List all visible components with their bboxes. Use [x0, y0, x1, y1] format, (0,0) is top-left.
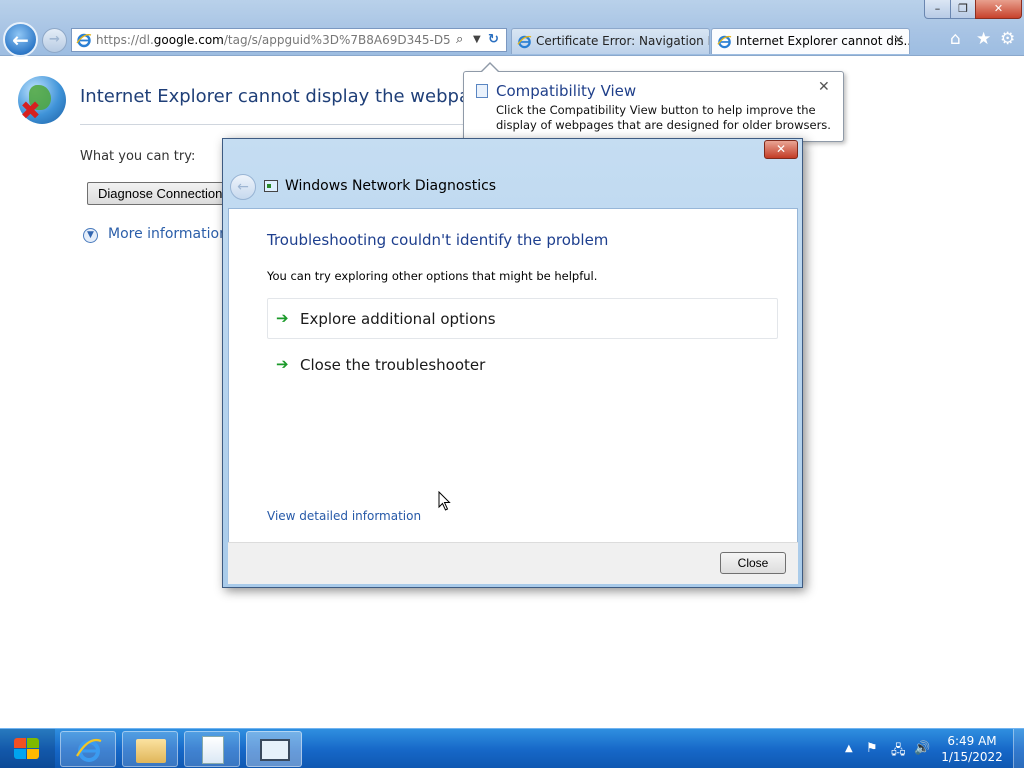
- show-hidden-icons-icon[interactable]: ▲: [845, 743, 853, 754]
- refresh-icon[interactable]: ↻: [488, 32, 499, 47]
- tooltip-body: Click the Compatibility View button to h…: [496, 103, 831, 132]
- option-label: Explore additional options: [300, 310, 496, 328]
- tooltip-title: Compatibility View: [496, 82, 637, 100]
- ie-page-icon: [76, 33, 92, 48]
- forward-button[interactable]: →: [42, 28, 67, 53]
- option-label: Close the troubleshooter: [300, 356, 486, 374]
- green-arrow-icon: ➔: [276, 309, 289, 327]
- what-you-can-try-label: What you can try:: [80, 149, 196, 164]
- tab-label: Internet Explorer cannot dis...: [736, 34, 910, 48]
- address-url: https://dl.google.com/tag/s/appguid%3D%7…: [96, 33, 451, 47]
- green-arrow-icon: ➔: [276, 355, 289, 373]
- home-icon[interactable]: ⌂: [950, 29, 961, 49]
- page-title: Internet Explorer cannot display the web…: [80, 86, 493, 107]
- explore-options-link[interactable]: ➔ Explore additional options: [267, 298, 778, 339]
- forward-arrow-icon: →: [49, 32, 60, 47]
- close-icon[interactable]: ✕: [818, 79, 830, 95]
- dialog-footer: Close: [228, 542, 798, 584]
- divider: [80, 124, 470, 125]
- show-desktop-button[interactable]: [1013, 729, 1024, 768]
- browser-toolbar: – ❐ ✕ ← → https://dl.google.com/tag/s/ap…: [0, 0, 1024, 57]
- document-icon: [202, 736, 224, 764]
- close-troubleshooter-link[interactable]: ➔ Close the troubleshooter: [267, 344, 778, 385]
- search-icon[interactable]: ⌕: [456, 32, 463, 47]
- close-tab-icon[interactable]: ✕: [893, 29, 904, 53]
- view-detailed-information-link[interactable]: View detailed information: [267, 509, 421, 523]
- star-icon[interactable]: ★: [976, 29, 991, 49]
- dialog-subtext: You can try exploring other options that…: [267, 269, 598, 283]
- address-bar[interactable]: https://dl.google.com/tag/s/appguid%3D%7…: [71, 28, 507, 52]
- diagnose-connection-button[interactable]: Diagnose Connection Problems: [87, 182, 237, 205]
- dialog-close-x-button[interactable]: ✕: [764, 140, 798, 159]
- back-arrow-icon: ←: [12, 28, 29, 52]
- windows-logo-icon: [14, 738, 40, 760]
- taskbar-network-diagnostics[interactable]: [246, 731, 302, 767]
- gear-icon[interactable]: ⚙: [1000, 29, 1015, 49]
- minimize-button[interactable]: –: [924, 0, 951, 19]
- ie-page-icon: [717, 35, 732, 49]
- restore-button[interactable]: ❐: [950, 0, 976, 19]
- clock-time[interactable]: 6:49 AM: [937, 734, 1007, 748]
- back-arrow-icon[interactable]: ←: [230, 174, 256, 200]
- back-button[interactable]: ←: [3, 22, 38, 57]
- dialog-heading: Troubleshooting couldn't identify the pr…: [267, 231, 609, 249]
- network-diagnostics-icon: [260, 739, 290, 761]
- taskbar-internet-explorer[interactable]: [60, 731, 116, 767]
- action-center-flag-icon[interactable]: ⚑: [866, 741, 878, 756]
- dialog-content: Troubleshooting couldn't identify the pr…: [228, 208, 798, 542]
- dialog-title: Windows Network Diagnostics: [285, 178, 497, 194]
- ie-page-icon: [517, 35, 532, 49]
- network-diagnostics-icon: [264, 180, 278, 192]
- close-button[interactable]: Close: [720, 552, 786, 574]
- taskbar-notepad[interactable]: [184, 731, 240, 767]
- close-window-button[interactable]: ✕: [975, 0, 1022, 19]
- taskbar-file-explorer[interactable]: [122, 731, 178, 767]
- folder-icon: [136, 739, 166, 763]
- start-button[interactable]: [0, 729, 55, 768]
- more-information-link[interactable]: More information: [108, 226, 228, 242]
- compatibility-view-icon: [476, 84, 488, 98]
- clock-date[interactable]: 1/15/2022: [937, 750, 1007, 764]
- internet-explorer-icon: [76, 738, 102, 762]
- network-icon[interactable]: 🖧: [891, 741, 906, 763]
- error-x-icon: ✖: [20, 96, 41, 125]
- tab-cannot-display[interactable]: Internet Explorer cannot dis... ✕: [711, 28, 910, 54]
- compatibility-view-tooltip: Compatibility View Click the Compatibili…: [463, 62, 844, 142]
- tab-label: Certificate Error: Navigation Bl...: [536, 34, 709, 48]
- tab-certificate-error[interactable]: Certificate Error: Navigation Bl...: [511, 28, 710, 54]
- volume-icon[interactable]: 🔊: [914, 741, 930, 756]
- chevron-down-icon[interactable]: ▼: [473, 34, 481, 45]
- network-diagnostics-dialog: ✕ ← Windows Network Diagnostics Troubles…: [222, 138, 803, 588]
- taskbar: ▲ ⚑ 🖧 🔊 6:49 AM 1/15/2022: [0, 728, 1024, 768]
- chevron-down-icon[interactable]: ▼: [83, 228, 98, 243]
